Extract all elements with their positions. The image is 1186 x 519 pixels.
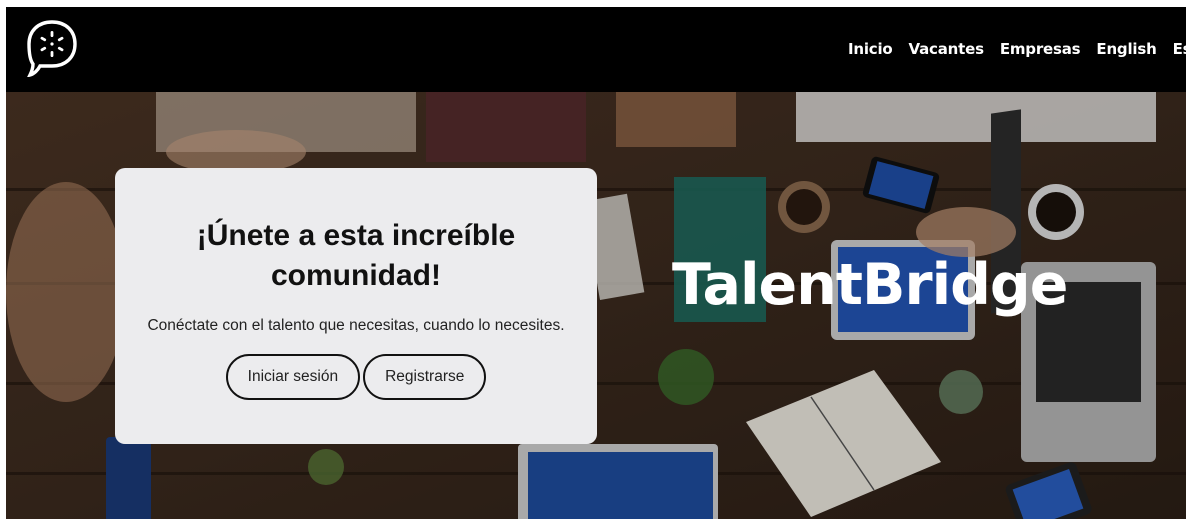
nav-link-empresas[interactable]: Empresas — [1000, 40, 1081, 58]
card-buttons: Iniciar sesión Registrarse — [115, 354, 597, 400]
speech-bubble-logo-icon[interactable] — [26, 19, 78, 77]
nav-links: Inicio Vacantes Empresas English Español — [848, 40, 1186, 58]
hero-section: TalentBridge ¡Únete a esta increíble com… — [6, 92, 1186, 519]
login-button[interactable]: Iniciar sesión — [225, 354, 361, 400]
card-description: Conéctate con el talento que necesitas, … — [147, 317, 565, 334]
page-frame: Inicio Vacantes Empresas English Español — [6, 7, 1186, 519]
nav-link-espanol[interactable]: Español — [1173, 40, 1186, 58]
brand-title: TalentBridge — [672, 252, 1068, 318]
nav-link-vacantes[interactable]: Vacantes — [909, 40, 984, 58]
card-title: ¡Únete a esta increíble comunidad! — [196, 219, 516, 292]
join-card: ¡Únete a esta increíble comunidad! Conéc… — [115, 168, 597, 444]
navbar: Inicio Vacantes Empresas English Español — [6, 7, 1186, 92]
nav-link-inicio[interactable]: Inicio — [848, 40, 893, 58]
nav-link-english[interactable]: English — [1096, 40, 1156, 58]
register-button[interactable]: Registrarse — [363, 354, 487, 400]
